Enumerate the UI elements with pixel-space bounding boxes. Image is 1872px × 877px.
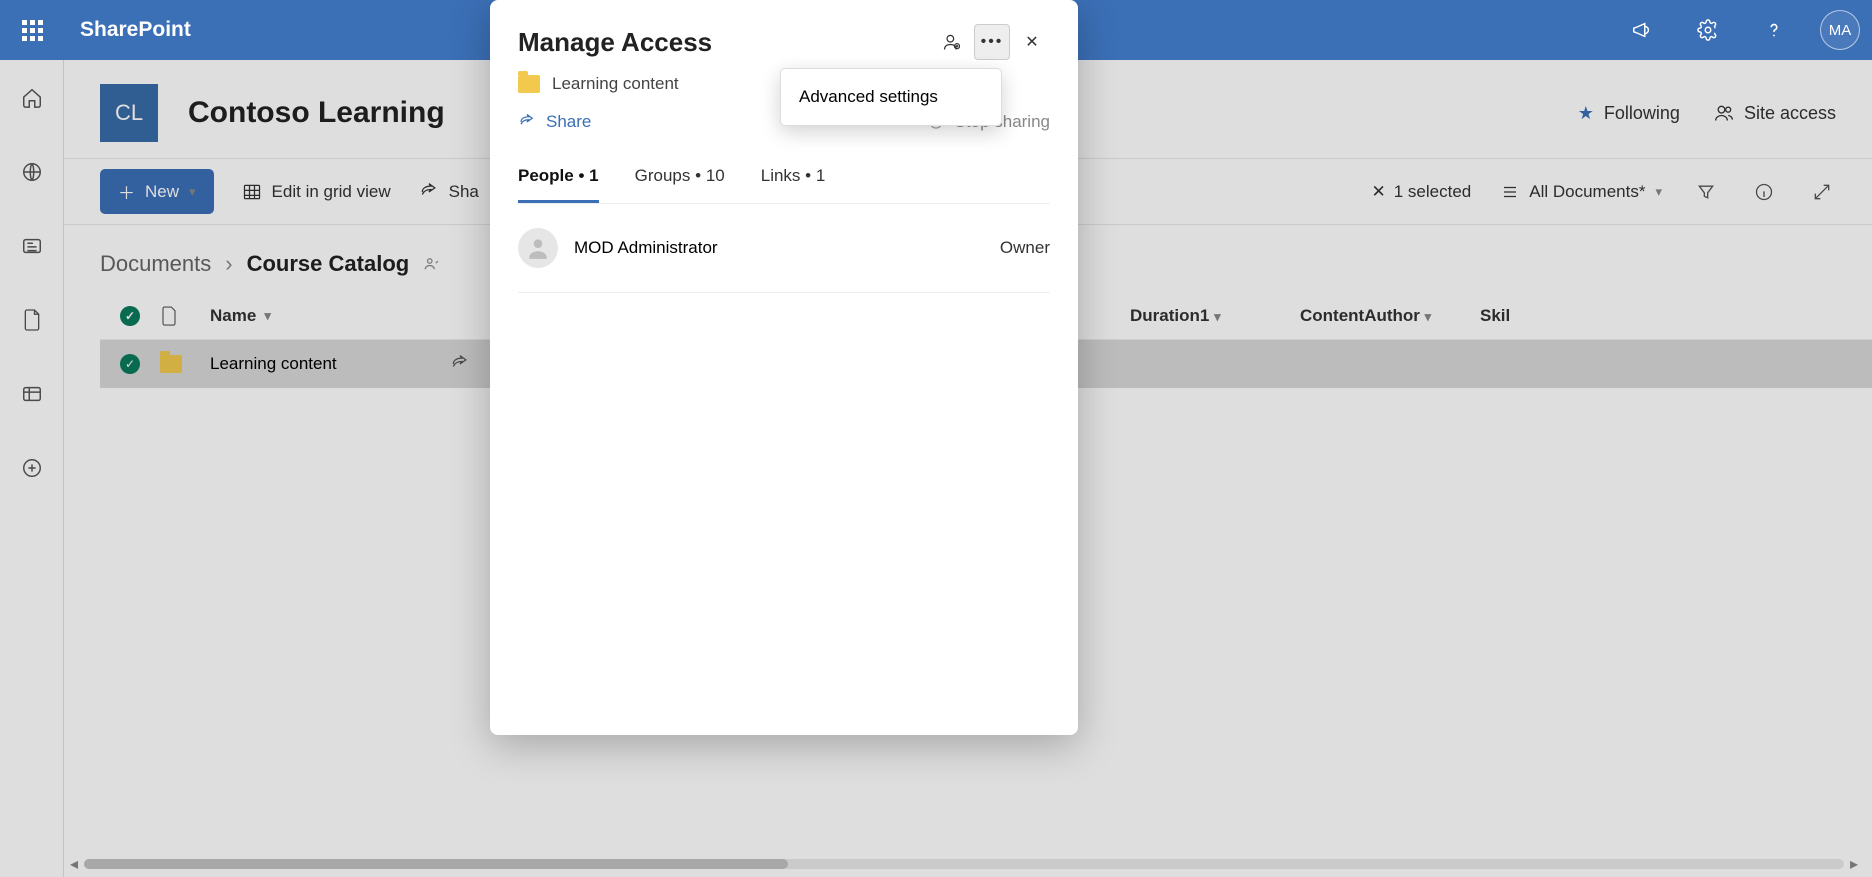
plus-icon: ＋ bbox=[118, 179, 135, 204]
column-skill[interactable]: Skil bbox=[1480, 306, 1540, 326]
column-author[interactable]: ContentAuthor ▾ bbox=[1300, 306, 1480, 326]
info-icon[interactable] bbox=[1750, 178, 1778, 206]
more-options-button[interactable]: ••• bbox=[974, 24, 1010, 60]
column-skill-label: Skil bbox=[1480, 306, 1510, 325]
chevron-down-icon: ▾ bbox=[1655, 184, 1662, 200]
following-toggle[interactable]: ★ Following bbox=[1578, 103, 1680, 124]
list-view-icon bbox=[1501, 183, 1519, 201]
chevron-down-icon: ▾ bbox=[189, 184, 196, 200]
private-icon bbox=[423, 255, 441, 273]
horizontal-scrollbar[interactable]: ◂ ▸ bbox=[64, 857, 1864, 871]
view-label: All Documents* bbox=[1529, 182, 1645, 202]
advanced-settings-menu: Advanced settings bbox=[780, 68, 1002, 126]
user-avatar[interactable]: MA bbox=[1820, 10, 1860, 50]
gear-icon[interactable] bbox=[1688, 10, 1728, 50]
row-name: Learning content bbox=[210, 354, 337, 374]
close-icon[interactable]: ✕ bbox=[1372, 182, 1386, 202]
site-logo[interactable]: CL bbox=[100, 84, 158, 142]
site-logo-initials: CL bbox=[115, 100, 143, 126]
column-duration-label: Duration1 bbox=[1130, 306, 1209, 325]
scroll-left-icon[interactable]: ◂ bbox=[64, 854, 84, 874]
news-icon[interactable] bbox=[14, 228, 50, 264]
advanced-settings-item[interactable]: Advanced settings bbox=[781, 73, 1001, 121]
app-launcher-icon[interactable] bbox=[12, 10, 52, 50]
select-all[interactable]: ✓ bbox=[100, 306, 160, 326]
left-rail bbox=[0, 60, 64, 877]
column-author-label: ContentAuthor bbox=[1300, 306, 1420, 325]
grid-icon bbox=[242, 182, 262, 202]
chevron-down-icon: ▾ bbox=[1425, 309, 1432, 324]
avatar-initials: MA bbox=[1829, 22, 1852, 39]
tab-groups-count: 10 bbox=[706, 166, 725, 185]
chevron-down-icon: ▾ bbox=[1214, 309, 1221, 324]
list-icon[interactable] bbox=[14, 376, 50, 412]
selection-count: ✕ 1 selected bbox=[1372, 182, 1472, 202]
tab-groups-label: Groups bbox=[635, 166, 691, 185]
person-role: Owner bbox=[1000, 238, 1050, 258]
type-column-icon[interactable] bbox=[160, 305, 210, 327]
folder-icon bbox=[160, 355, 182, 373]
breadcrumb-root[interactable]: Documents bbox=[100, 251, 211, 277]
expand-icon[interactable] bbox=[1808, 178, 1836, 206]
selected-label: 1 selected bbox=[1394, 182, 1472, 202]
column-name-label: Name bbox=[210, 306, 256, 326]
brand-label[interactable]: SharePoint bbox=[80, 18, 191, 42]
chevron-right-icon: › bbox=[225, 251, 232, 277]
new-button[interactable]: ＋ New ▾ bbox=[100, 169, 214, 214]
site-access-label: Site access bbox=[1744, 103, 1836, 124]
tab-people[interactable]: People • 1 bbox=[518, 156, 599, 203]
suite-header-right: MA bbox=[1622, 10, 1860, 50]
share-icon[interactable] bbox=[450, 354, 470, 374]
site-access-button[interactable]: Site access bbox=[1714, 103, 1836, 124]
share-icon bbox=[419, 182, 439, 202]
globe-icon[interactable] bbox=[14, 154, 50, 190]
add-icon[interactable] bbox=[14, 450, 50, 486]
dialog-title: Manage Access bbox=[518, 27, 712, 58]
people-icon bbox=[1714, 103, 1734, 123]
share-button[interactable]: Share bbox=[518, 112, 591, 132]
chevron-down-icon: ▾ bbox=[264, 308, 271, 324]
person-avatar-icon bbox=[518, 228, 558, 268]
tab-links-count: 1 bbox=[816, 166, 825, 185]
new-label: New bbox=[145, 182, 179, 202]
file-icon[interactable] bbox=[14, 302, 50, 338]
ellipsis-icon: ••• bbox=[981, 33, 1004, 51]
home-icon[interactable] bbox=[14, 80, 50, 116]
breadcrumb-current: Course Catalog bbox=[247, 251, 410, 277]
close-button[interactable]: ✕ bbox=[1014, 24, 1050, 60]
folder-icon bbox=[518, 75, 540, 93]
tab-groups[interactable]: Groups • 10 bbox=[635, 156, 725, 203]
scroll-right-icon[interactable]: ▸ bbox=[1844, 854, 1864, 874]
close-icon: ✕ bbox=[1025, 32, 1038, 52]
view-selector[interactable]: All Documents* ▾ bbox=[1501, 182, 1662, 202]
megaphone-icon[interactable] bbox=[1622, 10, 1662, 50]
site-title: Contoso Learning bbox=[188, 96, 445, 130]
help-icon[interactable] bbox=[1754, 10, 1794, 50]
edit-grid-button[interactable]: Edit in grid view bbox=[242, 182, 391, 202]
column-duration[interactable]: Duration1 ▾ bbox=[1130, 306, 1300, 326]
tab-links[interactable]: Links • 1 bbox=[761, 156, 826, 203]
share-icon bbox=[518, 113, 536, 131]
following-label: Following bbox=[1604, 103, 1680, 124]
star-icon: ★ bbox=[1578, 103, 1594, 124]
dialog-item-name: Learning content bbox=[552, 74, 679, 94]
dialog-tabs: People • 1 Groups • 10 Links • 1 bbox=[518, 156, 1050, 204]
row-checkbox[interactable]: ✓ bbox=[120, 354, 140, 374]
tab-people-count: 1 bbox=[589, 166, 598, 185]
share-command[interactable]: Sha bbox=[419, 182, 479, 202]
share-label: Share bbox=[546, 112, 591, 132]
filter-icon[interactable] bbox=[1692, 178, 1720, 206]
person-name: MOD Administrator bbox=[574, 238, 718, 258]
tab-links-label: Links bbox=[761, 166, 801, 185]
person-row: MOD Administrator Owner bbox=[518, 204, 1050, 293]
edit-grid-label: Edit in grid view bbox=[272, 182, 391, 202]
share-command-label: Sha bbox=[449, 182, 479, 202]
tab-people-label: People bbox=[518, 166, 574, 185]
grant-access-icon[interactable] bbox=[934, 24, 970, 60]
